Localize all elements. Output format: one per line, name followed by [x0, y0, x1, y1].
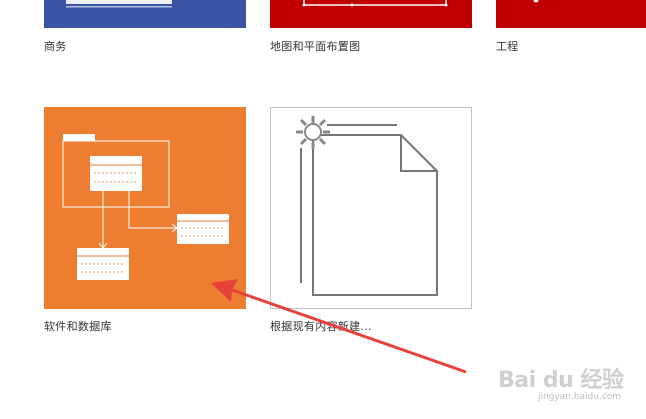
uml-diagram-thumbnail-icon	[62, 134, 229, 280]
template-label-business: 商务	[44, 40, 67, 53]
template-label-engineering: 工程	[496, 40, 519, 53]
engineering-thumbnail-icon	[533, 0, 539, 3]
business-thumbnail-icon	[66, 0, 172, 8]
template-label-software-database: 软件和数据库	[44, 320, 112, 333]
template-tile-software-database[interactable]	[44, 107, 246, 309]
template-tile-business[interactable]	[44, 0, 246, 28]
floorplan-thumbnail-icon	[302, 0, 448, 7]
watermark-logo: Bai du 经验	[498, 368, 624, 393]
new-from-existing-document-icon	[296, 116, 438, 296]
template-tile-engineering[interactable]	[496, 0, 646, 28]
template-tile-new-from-existing[interactable]	[270, 107, 472, 309]
watermark-url: jingyan.baidu.com	[538, 392, 622, 402]
template-label-maps-floorplans: 地图和平面布置图	[270, 40, 361, 53]
template-label-new-from-existing: 根据现有内容新建...	[270, 320, 372, 333]
template-tile-maps-floorplans[interactable]	[270, 0, 472, 28]
